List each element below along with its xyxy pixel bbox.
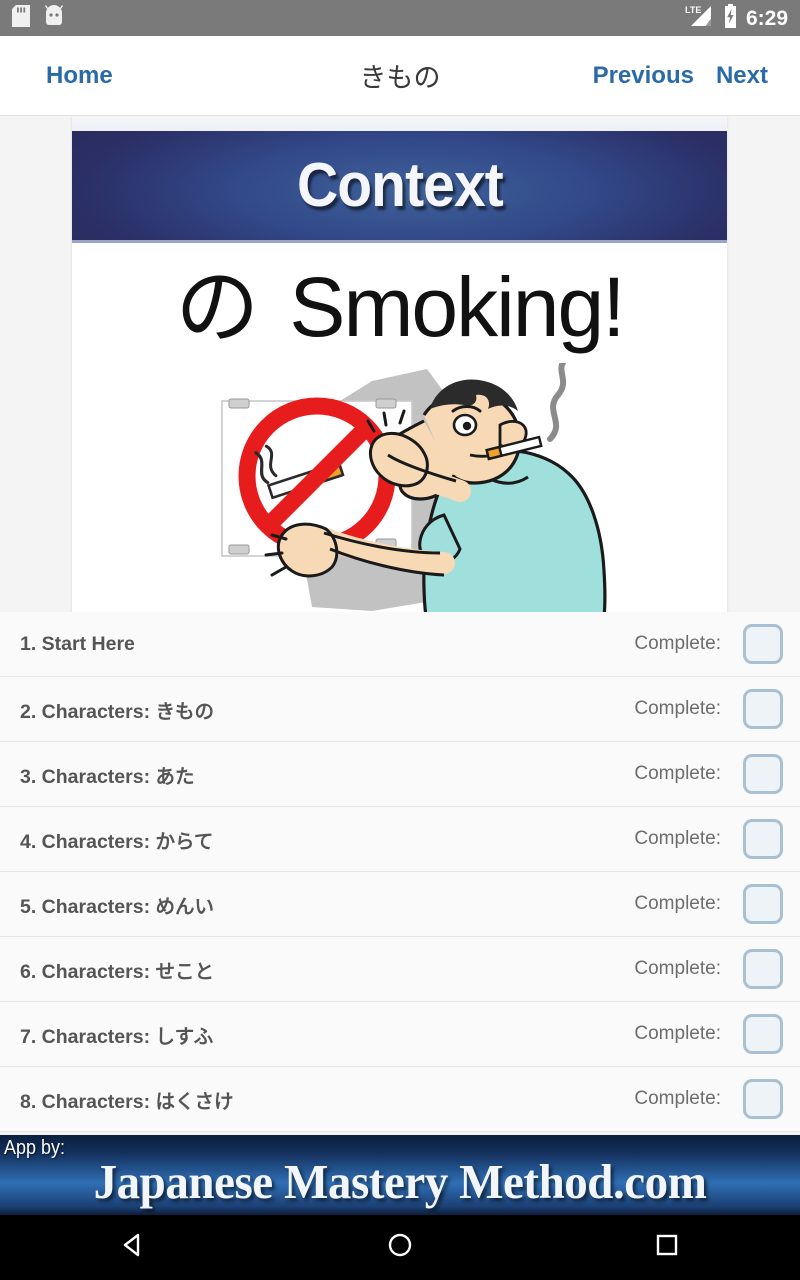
complete-checkbox[interactable] <box>743 1014 783 1054</box>
home-button[interactable]: Home <box>36 56 123 96</box>
complete-label: Complete: <box>634 958 721 979</box>
lesson-headline: の Smoking! <box>72 247 727 367</box>
list-item[interactable]: 8. Characters: はくさけ Complete: <box>0 1067 800 1132</box>
list-item[interactable]: 1. Start Here Complete: <box>0 612 800 677</box>
list-item[interactable]: 5. Characters: めんい Complete: <box>0 872 800 937</box>
app-root: LTE 6:29 Home きもの Previous Next Context … <box>0 0 800 1280</box>
recents-square-icon <box>652 1230 682 1265</box>
complete-label: Complete: <box>634 763 721 784</box>
home-button-nav[interactable] <box>340 1215 460 1280</box>
complete-label: Complete: <box>634 698 721 719</box>
lesson-title: 5. Characters: めんい <box>20 895 214 918</box>
lesson-scroll-area[interactable]: Context の Smoking! 1. Start Here Complet… <box>0 117 800 1135</box>
lesson-title: 6. Characters: せこと <box>20 960 214 983</box>
complete-label: Complete: <box>634 1023 721 1044</box>
next-button[interactable]: Next <box>712 56 772 96</box>
previous-button[interactable]: Previous <box>589 56 698 96</box>
list-item[interactable]: 2. Characters: きもの Complete: <box>0 677 800 742</box>
lesson-title: 4. Characters: からて <box>20 830 214 853</box>
complete-label: Complete: <box>634 1088 721 1109</box>
lesson-image[interactable]: Context の Smoking! <box>72 117 727 612</box>
home-circle-icon <box>385 1230 415 1265</box>
lesson-title: 1. Start Here <box>20 632 135 655</box>
lesson-image-top-strip <box>72 117 727 131</box>
complete-checkbox[interactable] <box>743 884 783 924</box>
sd-card-icon <box>12 4 30 32</box>
context-banner-text: Context <box>296 151 504 220</box>
back-triangle-icon <box>118 1230 148 1265</box>
action-bar: Home きもの Previous Next <box>0 36 800 116</box>
complete-checkbox[interactable] <box>743 949 783 989</box>
complete-label: Complete: <box>634 633 721 654</box>
svg-text:LTE: LTE <box>685 5 701 15</box>
complete-checkbox[interactable] <box>743 819 783 859</box>
complete-checkbox[interactable] <box>743 624 783 664</box>
lte-signal-icon: LTE <box>685 4 715 33</box>
list-item[interactable]: 4. Characters: からて Complete: <box>0 807 800 872</box>
complete-label: Complete: <box>634 893 721 914</box>
headline-japanese: の <box>175 260 260 354</box>
no-smoking-cartoon-illustration <box>72 358 727 612</box>
lesson-title: 2. Characters: きもの <box>20 700 214 723</box>
lesson-title: 8. Characters: はくさけ <box>20 1090 234 1113</box>
complete-checkbox[interactable] <box>743 754 783 794</box>
headline-english: Smoking! <box>289 260 625 354</box>
list-item[interactable]: 6. Characters: せこと Complete: <box>0 937 800 1002</box>
lesson-image-container: Context の Smoking! <box>0 117 800 612</box>
android-navigation-bar <box>0 1215 800 1280</box>
complete-checkbox[interactable] <box>743 1079 783 1119</box>
context-banner: Context <box>72 131 727 243</box>
footer-ad-banner[interactable]: App by: Japanese Mastery Method.com <box>0 1135 800 1215</box>
status-bar: LTE 6:29 <box>0 0 800 36</box>
android-robot-icon <box>44 4 64 32</box>
complete-label: Complete: <box>634 828 721 849</box>
list-item[interactable]: 7. Characters: しすふ Complete: <box>0 1002 800 1067</box>
action-bar-nav-links: Previous Next <box>589 56 800 96</box>
lesson-list: 1. Start Here Complete: 2. Characters: き… <box>0 612 800 1132</box>
complete-checkbox[interactable] <box>743 689 783 729</box>
status-bar-clock: 6:29 <box>745 6 788 30</box>
recents-button[interactable] <box>607 1215 727 1280</box>
lesson-title: 7. Characters: しすふ <box>20 1025 214 1048</box>
lesson-title: 3. Characters: あた <box>20 765 195 788</box>
list-item[interactable]: 3. Characters: あた Complete: <box>0 742 800 807</box>
battery-charging-icon <box>723 3 738 33</box>
back-button[interactable] <box>73 1215 193 1280</box>
status-bar-right-icons: LTE 6:29 <box>685 3 788 33</box>
status-bar-left-icons <box>12 4 64 32</box>
brand-name: Japanese Mastery Method.com <box>93 1154 707 1209</box>
